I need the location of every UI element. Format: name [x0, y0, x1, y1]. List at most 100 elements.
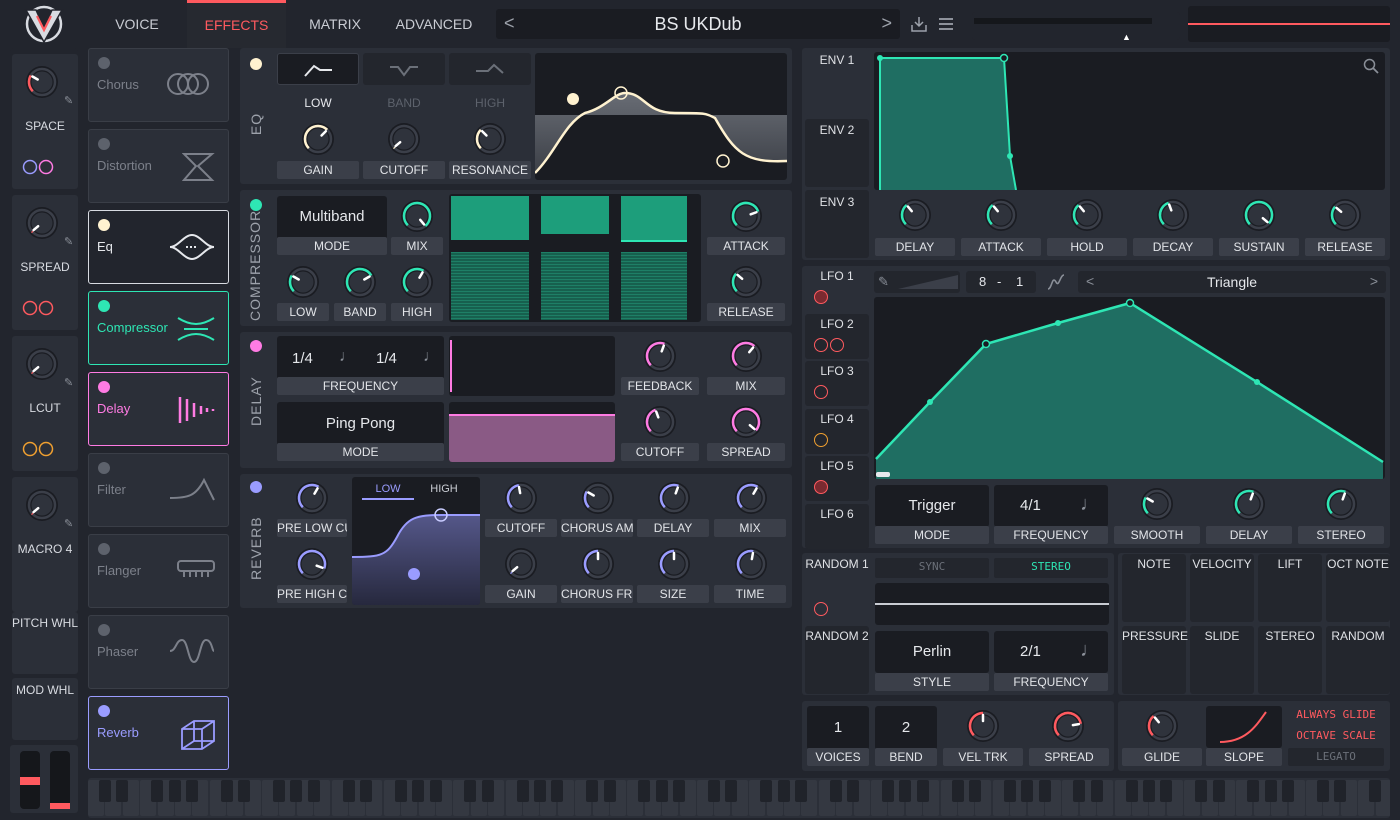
- lfo-6-tab[interactable]: LFO 6: [805, 503, 869, 549]
- compressor-high-knob[interactable]: [401, 266, 433, 298]
- black-key[interactable]: [638, 780, 651, 802]
- fx-eq[interactable]: Eq: [88, 210, 229, 284]
- reverb-gain-knob[interactable]: [505, 548, 537, 580]
- reverb-low-handle[interactable]: [408, 568, 420, 580]
- reverb-size-knob[interactable]: [658, 548, 690, 580]
- black-key[interactable]: [777, 780, 790, 802]
- env-3-tab[interactable]: ENV 3: [805, 190, 869, 258]
- black-key[interactable]: [969, 780, 981, 802]
- delay-feedback-knob[interactable]: [644, 340, 676, 372]
- black-key[interactable]: [708, 780, 720, 802]
- tab-advanced[interactable]: ADVANCED: [384, 0, 484, 48]
- logo[interactable]: [22, 4, 66, 46]
- black-key[interactable]: [1160, 780, 1173, 802]
- lfo-pen-icon[interactable]: ✎: [878, 274, 889, 290]
- mod-wheel[interactable]: [50, 751, 70, 809]
- black-key[interactable]: [916, 780, 929, 802]
- eq-gain-knob[interactable]: [302, 123, 334, 155]
- random-1-tab[interactable]: RANDOM 1: [805, 554, 869, 622]
- lfo-2-tab[interactable]: LFO 2: [805, 313, 869, 359]
- vel-trk-knob[interactable]: [967, 710, 999, 742]
- macro-1-knob[interactable]: [26, 66, 58, 98]
- reverb-filter-display[interactable]: LOW HIGH: [352, 477, 480, 605]
- spread-knob[interactable]: [1052, 710, 1084, 742]
- black-key[interactable]: [534, 780, 546, 802]
- env-decay-knob[interactable]: [1157, 199, 1189, 231]
- fx-distortion[interactable]: Distortion: [88, 129, 229, 203]
- menu-icon[interactable]: [937, 15, 955, 38]
- black-key[interactable]: [1334, 780, 1347, 802]
- black-key[interactable]: [1090, 780, 1103, 802]
- glide-knob[interactable]: [1146, 710, 1178, 742]
- eq-resonance-knob[interactable]: [474, 123, 506, 155]
- mod-source-pressure[interactable]: PRESSURE: [1122, 626, 1188, 694]
- lfo-note-icon[interactable]: ♩: [1080, 493, 1100, 516]
- lfo-5-tab[interactable]: LFO 5: [805, 456, 869, 501]
- eq-low-handle[interactable]: [567, 93, 579, 105]
- black-key[interactable]: [412, 780, 425, 802]
- fx-distortion-toggle[interactable]: [98, 138, 110, 150]
- tab-voice[interactable]: VOICE: [88, 0, 186, 48]
- black-key[interactable]: [586, 780, 599, 802]
- black-key[interactable]: [394, 780, 407, 802]
- random-sync-toggle[interactable]: SYNC: [875, 558, 989, 578]
- black-key[interactable]: [1317, 780, 1329, 802]
- tab-effects[interactable]: EFFECTS: [187, 0, 286, 48]
- black-key[interactable]: [673, 780, 686, 802]
- black-key[interactable]: [1143, 780, 1155, 802]
- mod-source-slide[interactable]: SLIDE: [1190, 626, 1254, 694]
- lfo-curve-icon[interactable]: [1046, 273, 1066, 296]
- keyboard[interactable]: [88, 778, 1390, 818]
- pitch-wheel[interactable]: [20, 751, 40, 809]
- fx-filter[interactable]: Filter: [88, 453, 229, 527]
- black-key[interactable]: [116, 780, 129, 802]
- random-stereo-toggle[interactable]: STEREO: [994, 558, 1108, 578]
- lfo-1-tab[interactable]: LFO 1: [805, 266, 869, 311]
- black-key[interactable]: [1282, 780, 1295, 802]
- fx-reverb[interactable]: Reverb: [88, 696, 229, 770]
- envelope-zoom-icon[interactable]: [1363, 58, 1379, 79]
- black-key[interactable]: [951, 780, 964, 802]
- fx-eq-toggle[interactable]: [98, 219, 110, 231]
- mod-source-stereo[interactable]: STEREO: [1258, 626, 1322, 694]
- black-key[interactable]: [273, 780, 285, 802]
- legato-toggle[interactable]: LEGATO: [1288, 748, 1384, 766]
- volume-meter[interactable]: ▲: [972, 12, 1180, 42]
- lfo-3-tab[interactable]: LFO 3: [805, 361, 869, 406]
- black-key[interactable]: [1003, 780, 1016, 802]
- black-key[interactable]: [429, 780, 442, 802]
- always-glide-toggle[interactable]: ALWAYS GLIDE: [1288, 707, 1384, 723]
- reverb-mix-knob[interactable]: [735, 482, 767, 514]
- eq-band-low[interactable]: [277, 53, 359, 85]
- delay-mode-selector[interactable]: Ping Pong: [277, 402, 444, 448]
- reverb-pre-high-cut-knob[interactable]: [296, 548, 328, 580]
- envelope-graph[interactable]: [874, 52, 1385, 190]
- lfo-smooth-knob[interactable]: [1141, 488, 1173, 520]
- reverb-enable-toggle[interactable]: [250, 481, 262, 493]
- eq-response-graph[interactable]: [535, 53, 787, 180]
- compressor-release-knob[interactable]: [730, 266, 762, 298]
- compressor-mode-selector[interactable]: Multiband: [277, 196, 387, 240]
- lfo-paint-tool[interactable]: ✎: [874, 271, 960, 293]
- preset-selector[interactable]: < BS UKDub >: [496, 9, 900, 39]
- eq-cutoff-knob[interactable]: [388, 123, 420, 155]
- env-2-tab[interactable]: ENV 2: [805, 119, 869, 187]
- eq-band-band[interactable]: [363, 53, 445, 85]
- lfo-shape-next[interactable]: >: [1370, 273, 1378, 289]
- delay-enable-toggle[interactable]: [250, 340, 262, 352]
- black-key[interactable]: [360, 780, 372, 802]
- black-key[interactable]: [551, 780, 564, 802]
- random-2-tab[interactable]: RANDOM 2: [805, 626, 869, 694]
- bend-selector[interactable]: 2: [875, 706, 937, 750]
- delay-filter-display[interactable]: [449, 402, 615, 462]
- fx-reverb-toggle[interactable]: [98, 705, 110, 717]
- macro-3-edit-icon[interactable]: ✎: [64, 376, 73, 389]
- fx-compressor[interactable]: Compressor: [88, 291, 229, 365]
- black-key[interactable]: [1125, 780, 1138, 802]
- black-key[interactable]: [603, 780, 616, 802]
- black-key[interactable]: [168, 780, 181, 802]
- eq-high-handle[interactable]: [716, 154, 730, 168]
- black-key[interactable]: [342, 780, 355, 802]
- mod-source-velocity[interactable]: VELOCITY: [1190, 554, 1254, 622]
- reverb-chorus-frq-knob[interactable]: [582, 548, 614, 580]
